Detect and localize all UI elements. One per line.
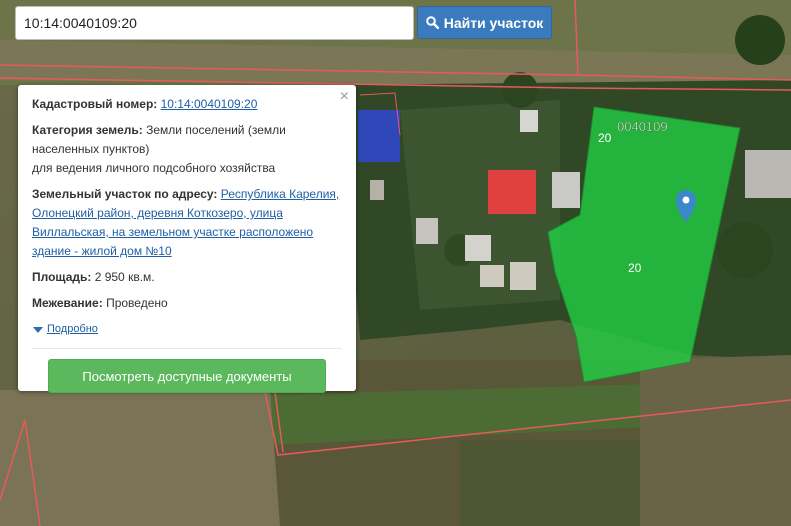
map-building [480,265,504,287]
map-building [745,150,791,198]
cadastral-number-row: Кадастровый номер: 10:14:0040109:20 [32,95,342,114]
cadastral-number-link[interactable]: 10:14:0040109:20 [161,97,258,111]
parcel-number-label-top: 20 [598,131,612,145]
map-tree [502,72,538,108]
cadastral-search-input[interactable] [15,6,414,40]
block-number-label: 0040109 [617,119,668,134]
map-building [465,235,491,261]
find-parcel-button-label: Найти участок [443,14,544,31]
parcel-info-card: × Кадастровый номер: 10:14:0040109:20 Ка… [18,85,356,393]
map-building-blue-roof [358,110,400,162]
search-icon [425,16,439,29]
divider [32,348,342,349]
parcel-number-label-center: 20 [628,261,642,275]
map-building-red-roof [488,170,536,214]
address-row: Земельный участок по адресу: Республика … [32,185,342,261]
survey-label: Межевание: [32,296,103,310]
map-tree [735,15,785,65]
address-label: Земельный участок по адресу: [32,187,218,201]
area-value: 2 950 кв.м. [94,270,155,284]
map-building [370,180,384,200]
find-parcel-button[interactable]: Найти участок [417,6,552,39]
details-toggle[interactable]: Подробно [33,320,342,339]
land-category-label: Категория земель: [32,123,143,137]
area-row: Площадь: 2 950 кв.м. [32,268,342,287]
cadastral-number-label: Кадастровый номер: [32,97,158,111]
area-label: Площадь: [32,270,92,284]
close-icon[interactable]: × [340,89,349,105]
map-building [510,262,536,290]
survey-row: Межевание: Проведено [32,294,342,313]
land-category-row: Категория земель: Земли поселений (земли… [32,121,342,178]
map-right-field [640,355,791,526]
map-lower-left-field [0,390,280,526]
map-building [552,172,580,208]
map-building [520,110,538,132]
map-building [416,218,438,244]
details-link[interactable]: Подробно [47,320,98,339]
triangle-down-icon [33,326,43,333]
map-dark-field [460,440,660,526]
view-documents-button[interactable]: Посмотреть доступные документы [48,359,326,393]
survey-value: Проведено [106,296,168,310]
map-tree [717,222,773,278]
